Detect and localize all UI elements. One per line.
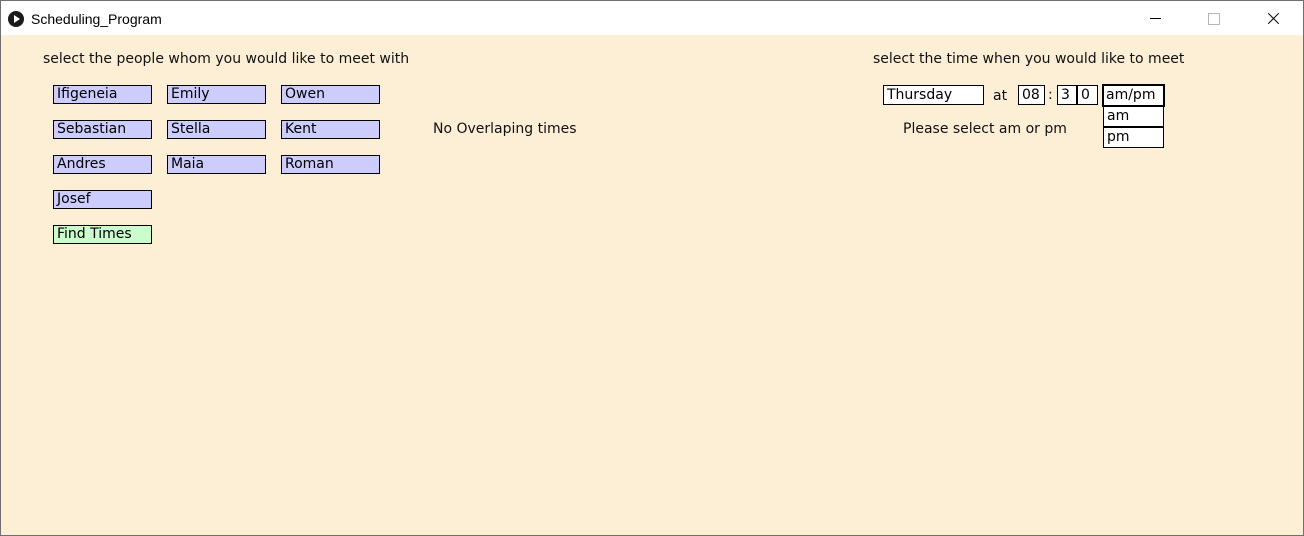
time-heading: select the time when you would like to m… [873,51,1185,67]
title-bar[interactable]: Scheduling_Program [1,1,1303,35]
person-button-ifigeneia[interactable]: Ifigeneia [53,85,152,104]
minimize-icon[interactable] [1133,1,1179,35]
maximize-icon[interactable] [1191,1,1237,35]
minute-tens-field[interactable]: 3 [1057,85,1077,105]
person-button-owen[interactable]: Owen [281,85,380,104]
ampm-dropdown[interactable]: am/pm [1102,84,1165,107]
close-icon[interactable] [1250,1,1296,35]
app-window: Scheduling_Program select the people who… [0,0,1304,536]
person-button-sebastian[interactable]: Sebastian [53,120,152,139]
window-title: Scheduling_Program [31,11,162,27]
result-message: No Overlaping times [433,121,577,137]
person-button-kent[interactable]: Kent [281,120,380,139]
person-button-emily[interactable]: Emily [167,85,266,104]
main-canvas: select the people whom you would like to… [1,35,1303,535]
ampm-option-pm[interactable]: pm [1103,127,1164,148]
person-button-roman[interactable]: Roman [281,155,380,174]
time-colon: : [1048,87,1053,103]
ampm-prompt: Please select am or pm [903,121,1067,137]
people-heading: select the people whom you would like to… [43,51,410,67]
at-label: at [993,88,1008,104]
minute-ones-field[interactable]: 0 [1077,85,1098,105]
person-button-andres[interactable]: Andres [53,155,152,174]
person-button-maia[interactable]: Maia [167,155,266,174]
find-times-button[interactable]: Find Times [53,225,152,244]
processing-app-icon [8,11,24,27]
person-button-josef[interactable]: Josef [53,190,152,209]
day-field[interactable]: Thursday [883,85,984,105]
person-button-stella[interactable]: Stella [167,120,266,139]
ampm-option-am[interactable]: am [1103,106,1164,127]
hour-field[interactable]: 08 [1018,85,1045,105]
